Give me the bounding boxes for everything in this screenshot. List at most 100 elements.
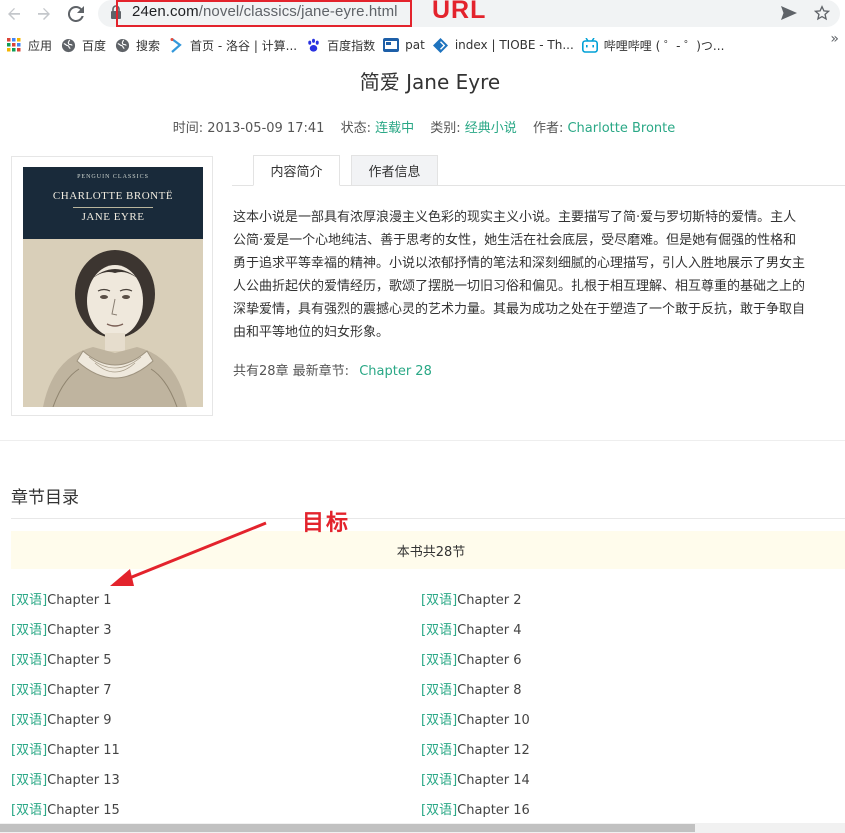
bookmark-tiobe[interactable]: index | TIOBE - Th...	[431, 33, 580, 57]
category-label: 类别:	[430, 121, 461, 136]
bilibili-icon	[581, 37, 598, 53]
bilingual-tag: [双语]	[421, 683, 458, 698]
bilingual-tag: [双语]	[11, 683, 48, 698]
page-title: 简爱 Jane Eyre	[359, 70, 501, 94]
globe-icon	[114, 37, 130, 53]
bilingual-tag: [双语]	[421, 773, 458, 788]
back-icon[interactable]	[2, 2, 26, 26]
bookmark-star-icon[interactable]	[811, 2, 833, 24]
chapter-link[interactable]: [双语]Chapter 5	[11, 649, 112, 668]
author-label: 作者:	[532, 121, 564, 136]
description-line: 这本小说是一部具有浓厚浪漫主义色彩的现实主义小说。主要描写了简·爱与罗切斯特的爱…	[233, 210, 797, 225]
chapter-link[interactable]: [双语]Chapter 4	[421, 619, 522, 638]
chapter-link[interactable]: [双语]Chapter 2	[421, 589, 522, 608]
chapter-link[interactable]: [双语]Chapter 8	[421, 679, 522, 698]
chapter-title: Chapter 10	[457, 713, 530, 728]
chapter-section-title: 章节目录	[11, 488, 79, 508]
info-tabs: 内容简介 作者信息	[232, 155, 845, 186]
browser-toolbar: 24en.com/novel/classics/jane-eyre.html U…	[0, 0, 845, 28]
description-line: 深挚爱情，具有强烈的震撼心灵的艺术力量。其最为成功之处在于塑造了一个敢于反抗，敢…	[233, 302, 806, 317]
horizontal-scrollbar[interactable]	[0, 823, 845, 833]
chapter-title: Chapter 15	[47, 803, 120, 818]
forward-icon[interactable]	[32, 2, 56, 26]
chapter-link[interactable]: [双语]Chapter 16	[421, 799, 530, 818]
chapter-link[interactable]: [双语]Chapter 9	[11, 709, 112, 728]
bookmark-label: 搜索	[136, 38, 161, 53]
bookmark-label: 百度指数	[327, 38, 376, 53]
bookmark-luogu[interactable]: 首页 - 洛谷 | 计算...	[166, 33, 303, 57]
chapter-title: Chapter 12	[457, 743, 530, 758]
reload-icon[interactable]	[64, 2, 88, 26]
chapter-title: Chapter 6	[457, 653, 522, 668]
author-link[interactable]: Charlotte Bronte	[567, 121, 675, 136]
chapter-title: Chapter 5	[47, 653, 112, 668]
bookmark-label: 百度	[82, 38, 107, 53]
chapter-link[interactable]: [双语]Chapter 11	[11, 739, 120, 758]
cover-title: JANE EYRE	[81, 211, 145, 223]
chapter-link[interactable]: [双语]Chapter 15	[11, 799, 120, 818]
time-value: 2013-05-09 17:41	[207, 121, 325, 136]
chapter-link[interactable]: [双语]Chapter 10	[421, 709, 530, 728]
info-icon[interactable]	[110, 4, 124, 22]
bookmark-pat[interactable]: pat	[381, 33, 431, 57]
chapter-link[interactable]: [双语]Chapter 12	[421, 739, 530, 758]
chapter-title: Chapter 7	[47, 683, 112, 698]
chapter-title: Chapter 13	[47, 773, 120, 788]
chapter-title: Chapter 11	[47, 743, 120, 758]
bookmark-apps[interactable]: 应用	[4, 33, 58, 57]
status-link[interactable]: 连载中	[375, 121, 414, 136]
chapter-link[interactable]: [双语]Chapter 14	[421, 769, 530, 788]
chapter-link[interactable]: [双语]Chapter 6	[421, 649, 522, 668]
chapter-link[interactable]: [双语]Chapter 13	[11, 769, 120, 788]
bilingual-tag: [双语]	[11, 743, 48, 758]
bilingual-tag: [双语]	[421, 743, 458, 758]
chapter-link[interactable]: [双语]Chapter 7	[11, 679, 112, 698]
bookmark-label: index | TIOBE - Th...	[454, 38, 574, 52]
bilingual-tag: [双语]	[11, 713, 48, 728]
cover-banner: PENGUIN CLASSICS CHARLOTTE BRONTË JANE E…	[23, 167, 203, 239]
bilingual-tag: [双语]	[421, 713, 458, 728]
chapter-title: Chapter 3	[47, 623, 112, 638]
description-line: 勇于追求平等幸福的精神。小说以浓郁抒情的笔法和深刻细腻的心理描写，引人入胜地展示…	[233, 256, 806, 271]
latest-chapter-link[interactable]: Chapter 28	[359, 364, 432, 379]
url-host: 24en.com	[132, 3, 199, 20]
chapter-link[interactable]: [双语]Chapter 3	[11, 619, 112, 638]
bookmark-bilibili[interactable]: 哔哩哔哩 ( ゜- ゜)つ...	[580, 33, 731, 57]
description-line: 人公曲折起伏的爱情经历，歌颂了摆脱一切旧习俗和偏见。扎根于相互理解、相互尊重的基…	[233, 279, 806, 294]
section-divider	[0, 440, 845, 441]
chapter-title: Chapter 1	[47, 593, 112, 608]
bookmark-label: 哔哩哔哩 ( ゜- ゜)つ...	[603, 38, 725, 53]
chapter-title: Chapter 2	[457, 593, 522, 608]
bilingual-tag: [双语]	[421, 623, 458, 638]
tab-author-info[interactable]: 作者信息	[351, 155, 438, 186]
send-tab-icon[interactable]	[778, 2, 800, 24]
chapter-title: Chapter 4	[457, 623, 522, 638]
bookmark-baidu-index[interactable]: 百度指数	[303, 33, 381, 57]
url-path: /novel/classics/jane-eyre.html	[198, 3, 398, 20]
apps-grid-icon	[6, 37, 22, 53]
description-line: 公简·爱是一个心地纯洁、善于思考的女性，她生活在社会底层，受尽磨难。但是她有倔强…	[233, 233, 797, 248]
bilingual-tag: [双语]	[11, 593, 48, 608]
chapter-title: Chapter 8	[457, 683, 522, 698]
luogu-icon	[168, 37, 184, 53]
scrollbar-thumb[interactable]	[0, 824, 695, 832]
chapter-link[interactable]: [双语]Chapter 1	[11, 589, 112, 608]
cover-author: CHARLOTTE BRONTË	[52, 190, 174, 202]
bookmarks-overflow-icon[interactable]: »	[830, 31, 839, 47]
tab-summary[interactable]: 内容简介	[253, 155, 340, 186]
cover-frame: PENGUIN CLASSICS CHARLOTTE BRONTË JANE E…	[11, 156, 213, 416]
bookmark-baidu[interactable]: 百度	[58, 33, 112, 57]
bookmark-search[interactable]: 搜索	[112, 33, 166, 57]
latest-prefix: 共有28章 最新章节:	[233, 364, 350, 379]
target-annotation-label: 目标	[302, 511, 351, 536]
latest-chapter-info: 共有28章 最新章节: Chapter 28	[233, 360, 432, 379]
url-text[interactable]: 24en.com/novel/classics/jane-eyre.html	[132, 3, 398, 20]
book-description: 这本小说是一部具有浓厚浪漫主义色彩的现实主义小说。主要描写了简·爱与罗切斯特的爱…	[233, 206, 845, 344]
category-link[interactable]: 经典小说	[465, 121, 517, 136]
bookmark-label: 应用	[28, 38, 53, 53]
time-label: 时间:	[172, 121, 204, 136]
chapter-title: Chapter 9	[47, 713, 112, 728]
chapter-title: Chapter 16	[457, 803, 530, 818]
book-cover[interactable]: PENGUIN CLASSICS CHARLOTTE BRONTË JANE E…	[23, 167, 203, 407]
baidu-paw-icon	[305, 37, 321, 53]
